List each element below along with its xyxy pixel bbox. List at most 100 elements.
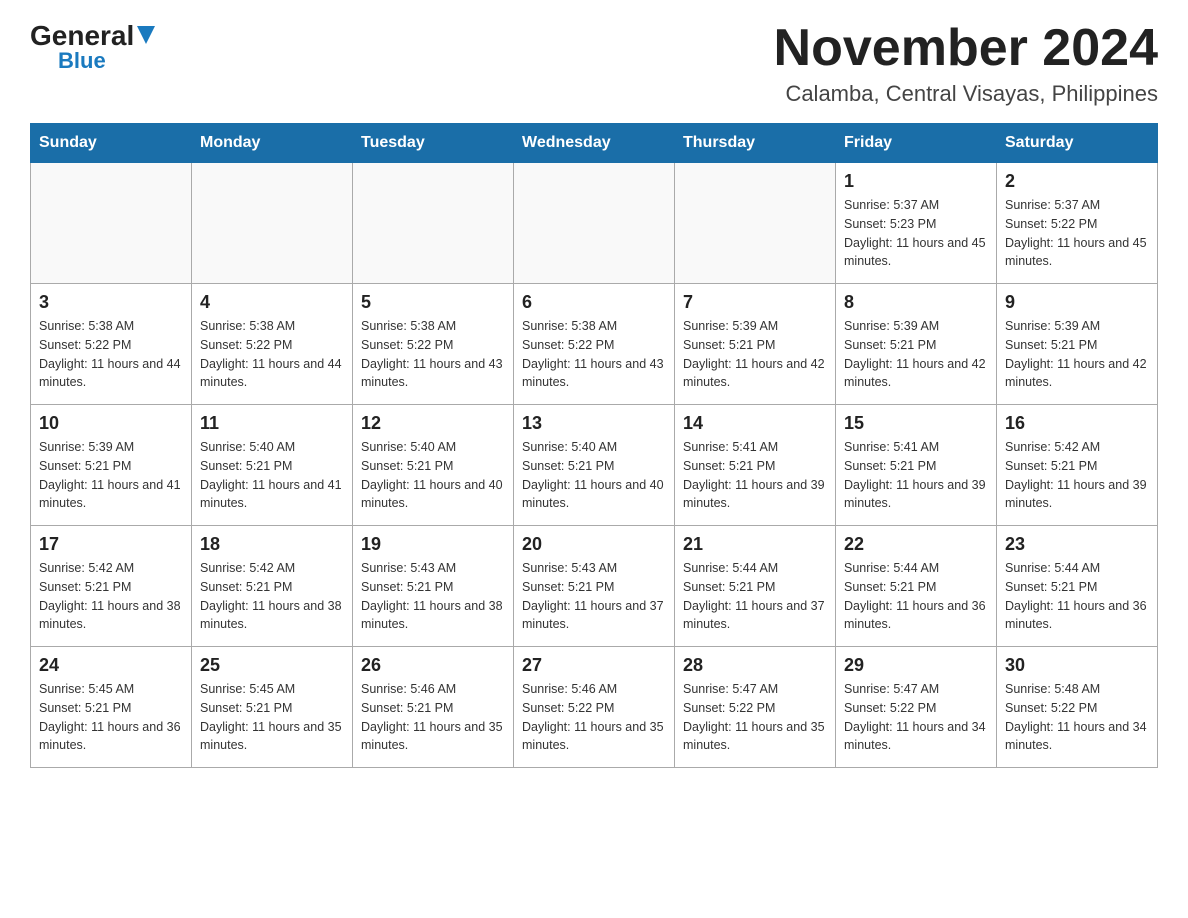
week-row-1: 1 Sunrise: 5:37 AMSunset: 5:23 PMDaylight… (31, 163, 1158, 284)
day-info: Sunrise: 5:48 AMSunset: 5:22 PMDaylight:… (1005, 680, 1149, 755)
day-number: 23 (1005, 534, 1149, 555)
day-info: Sunrise: 5:42 AMSunset: 5:21 PMDaylight:… (39, 559, 183, 634)
calendar-cell: 24 Sunrise: 5:45 AMSunset: 5:21 PMDayligh… (31, 647, 192, 768)
day-header-tuesday: Tuesday (353, 124, 514, 163)
day-number: 29 (844, 655, 988, 676)
day-number: 20 (522, 534, 666, 555)
day-header-sunday: Sunday (31, 124, 192, 163)
calendar-cell: 9 Sunrise: 5:39 AMSunset: 5:21 PMDaylight… (997, 284, 1158, 405)
day-info: Sunrise: 5:45 AMSunset: 5:21 PMDaylight:… (39, 680, 183, 755)
day-info: Sunrise: 5:39 AMSunset: 5:21 PMDaylight:… (1005, 317, 1149, 392)
day-number: 4 (200, 292, 344, 313)
week-row-3: 10 Sunrise: 5:39 AMSunset: 5:21 PMDayligh… (31, 405, 1158, 526)
calendar-cell: 22 Sunrise: 5:44 AMSunset: 5:21 PMDayligh… (836, 526, 997, 647)
day-info: Sunrise: 5:37 AMSunset: 5:23 PMDaylight:… (844, 196, 988, 271)
day-number: 10 (39, 413, 183, 434)
calendar-cell: 19 Sunrise: 5:43 AMSunset: 5:21 PMDayligh… (353, 526, 514, 647)
day-info: Sunrise: 5:38 AMSunset: 5:22 PMDaylight:… (200, 317, 344, 392)
day-info: Sunrise: 5:46 AMSunset: 5:21 PMDaylight:… (361, 680, 505, 755)
day-number: 7 (683, 292, 827, 313)
day-info: Sunrise: 5:39 AMSunset: 5:21 PMDaylight:… (844, 317, 988, 392)
calendar-cell: 11 Sunrise: 5:40 AMSunset: 5:21 PMDayligh… (192, 405, 353, 526)
day-number: 2 (1005, 171, 1149, 192)
day-number: 19 (361, 534, 505, 555)
day-number: 8 (844, 292, 988, 313)
week-row-2: 3Sunrise: 5:38 AMSunset: 5:22 PMDaylight… (31, 284, 1158, 405)
day-info: Sunrise: 5:39 AMSunset: 5:21 PMDaylight:… (39, 438, 183, 513)
calendar-cell: 25Sunrise: 5:45 AMSunset: 5:21 PMDayligh… (192, 647, 353, 768)
day-info: Sunrise: 5:43 AMSunset: 5:21 PMDaylight:… (522, 559, 666, 634)
day-info: Sunrise: 5:41 AMSunset: 5:21 PMDaylight:… (844, 438, 988, 513)
calendar-cell: 1 Sunrise: 5:37 AMSunset: 5:23 PMDaylight… (836, 163, 997, 284)
day-number: 24 (39, 655, 183, 676)
day-number: 11 (200, 413, 344, 434)
logo: General Blue (30, 20, 155, 74)
calendar-cell (514, 163, 675, 284)
calendar-cell: 17 Sunrise: 5:42 AMSunset: 5:21 PMDayligh… (31, 526, 192, 647)
day-number: 9 (1005, 292, 1149, 313)
page-header: General Blue November 2024 Calamba, Cent… (30, 20, 1158, 107)
calendar-cell: 27 Sunrise: 5:46 AMSunset: 5:22 PMDayligh… (514, 647, 675, 768)
day-number: 22 (844, 534, 988, 555)
day-info: Sunrise: 5:40 AMSunset: 5:21 PMDaylight:… (200, 438, 344, 513)
week-row-4: 17 Sunrise: 5:42 AMSunset: 5:21 PMDayligh… (31, 526, 1158, 647)
calendar-cell: 12 Sunrise: 5:40 AMSunset: 5:21 PMDayligh… (353, 405, 514, 526)
day-number: 26 (361, 655, 505, 676)
calendar-cell: 14Sunrise: 5:41 AMSunset: 5:21 PMDayligh… (675, 405, 836, 526)
day-info: Sunrise: 5:42 AMSunset: 5:21 PMDaylight:… (1005, 438, 1149, 513)
calendar-cell (192, 163, 353, 284)
day-info: Sunrise: 5:47 AMSunset: 5:22 PMDaylight:… (844, 680, 988, 755)
calendar-cell: 16 Sunrise: 5:42 AMSunset: 5:21 PMDayligh… (997, 405, 1158, 526)
day-info: Sunrise: 5:37 AMSunset: 5:22 PMDaylight:… (1005, 196, 1149, 271)
calendar-cell: 3Sunrise: 5:38 AMSunset: 5:22 PMDaylight… (31, 284, 192, 405)
day-info: Sunrise: 5:39 AMSunset: 5:21 PMDaylight:… (683, 317, 827, 392)
day-number: 14 (683, 413, 827, 434)
calendar-cell (675, 163, 836, 284)
day-info: Sunrise: 5:42 AMSunset: 5:21 PMDaylight:… (200, 559, 344, 634)
calendar-cell: 20 Sunrise: 5:43 AMSunset: 5:21 PMDayligh… (514, 526, 675, 647)
day-info: Sunrise: 5:47 AMSunset: 5:22 PMDaylight:… (683, 680, 827, 755)
calendar-cell: 10 Sunrise: 5:39 AMSunset: 5:21 PMDayligh… (31, 405, 192, 526)
calendar-cell: 29 Sunrise: 5:47 AMSunset: 5:22 PMDayligh… (836, 647, 997, 768)
day-info: Sunrise: 5:38 AMSunset: 5:22 PMDaylight:… (39, 317, 183, 392)
calendar-body: 1 Sunrise: 5:37 AMSunset: 5:23 PMDaylight… (31, 163, 1158, 768)
day-number: 5 (361, 292, 505, 313)
day-header-thursday: Thursday (675, 124, 836, 163)
calendar-table: SundayMondayTuesdayWednesdayThursdayFrid… (30, 123, 1158, 768)
calendar-cell (31, 163, 192, 284)
calendar-cell: 18 Sunrise: 5:42 AMSunset: 5:21 PMDayligh… (192, 526, 353, 647)
day-number: 28 (683, 655, 827, 676)
day-info: Sunrise: 5:38 AMSunset: 5:22 PMDaylight:… (522, 317, 666, 392)
day-number: 1 (844, 171, 988, 192)
day-info: Sunrise: 5:44 AMSunset: 5:21 PMDaylight:… (844, 559, 988, 634)
calendar-cell (353, 163, 514, 284)
day-number: 30 (1005, 655, 1149, 676)
calendar-cell: 15Sunrise: 5:41 AMSunset: 5:21 PMDayligh… (836, 405, 997, 526)
calendar-cell: 30 Sunrise: 5:48 AMSunset: 5:22 PMDayligh… (997, 647, 1158, 768)
day-info: Sunrise: 5:44 AMSunset: 5:21 PMDaylight:… (1005, 559, 1149, 634)
day-number: 17 (39, 534, 183, 555)
calendar-cell: 23 Sunrise: 5:44 AMSunset: 5:21 PMDayligh… (997, 526, 1158, 647)
week-row-5: 24 Sunrise: 5:45 AMSunset: 5:21 PMDayligh… (31, 647, 1158, 768)
calendar-cell: 6Sunrise: 5:38 AMSunset: 5:22 PMDaylight… (514, 284, 675, 405)
day-info: Sunrise: 5:40 AMSunset: 5:21 PMDaylight:… (361, 438, 505, 513)
calendar-subtitle: Calamba, Central Visayas, Philippines (774, 81, 1158, 107)
calendar-cell: 8 Sunrise: 5:39 AMSunset: 5:21 PMDaylight… (836, 284, 997, 405)
day-number: 12 (361, 413, 505, 434)
calendar-cell: 26 Sunrise: 5:46 AMSunset: 5:21 PMDayligh… (353, 647, 514, 768)
day-number: 16 (1005, 413, 1149, 434)
day-number: 27 (522, 655, 666, 676)
day-header-wednesday: Wednesday (514, 124, 675, 163)
calendar-cell: 21Sunrise: 5:44 AMSunset: 5:21 PMDayligh… (675, 526, 836, 647)
day-info: Sunrise: 5:43 AMSunset: 5:21 PMDaylight:… (361, 559, 505, 634)
calendar-title: November 2024 (774, 20, 1158, 77)
day-info: Sunrise: 5:46 AMSunset: 5:22 PMDaylight:… (522, 680, 666, 755)
calendar-title-block: November 2024 Calamba, Central Visayas, … (774, 20, 1158, 107)
day-number: 21 (683, 534, 827, 555)
day-number: 18 (200, 534, 344, 555)
day-header-monday: Monday (192, 124, 353, 163)
calendar-cell: 28 Sunrise: 5:47 AMSunset: 5:22 PMDayligh… (675, 647, 836, 768)
day-info: Sunrise: 5:40 AMSunset: 5:21 PMDaylight:… (522, 438, 666, 513)
calendar-cell: 7 Sunrise: 5:39 AMSunset: 5:21 PMDaylight… (675, 284, 836, 405)
day-info: Sunrise: 5:38 AMSunset: 5:22 PMDaylight:… (361, 317, 505, 392)
